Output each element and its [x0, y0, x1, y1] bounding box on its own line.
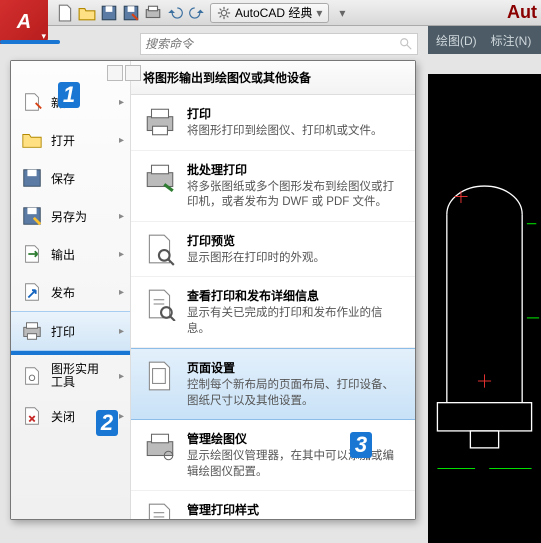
qat-more-icon[interactable]: ▾: [333, 4, 351, 22]
annotation-underline: [0, 40, 60, 44]
qat-new-icon[interactable]: [56, 4, 74, 22]
search-icon: [399, 37, 413, 51]
annotation-2: 2: [96, 410, 118, 436]
recent-docs-toggle[interactable]: [107, 65, 141, 81]
doc-style-icon: [143, 501, 177, 519]
annotation-1: 1: [58, 82, 80, 108]
title: 批处理打印: [187, 161, 403, 178]
chevron-down-icon: ▾: [316, 6, 322, 20]
desc: 将多张图纸或多个图形发布到绘图仪或打印机，或者发布为 DWF 或 PDF 文件。: [187, 180, 403, 211]
qat-saveas-icon[interactable]: [122, 4, 140, 22]
gear-doc-icon: [21, 365, 43, 387]
label: 打印: [51, 323, 75, 340]
quick-access-toolbar: AutoCAD 经典 ▾ ▾: [0, 0, 541, 26]
printer-icon: [143, 105, 177, 139]
application-menu-button[interactable]: A ▾: [0, 0, 48, 44]
search-input[interactable]: [145, 37, 399, 51]
label: 打开: [51, 132, 75, 149]
desc: 显示图形在打印时的外观。: [187, 251, 325, 267]
submenu-page-setup[interactable]: 页面设置控制每个新布局的页面布局、打印设备、图纸尺寸以及其他设置。: [131, 348, 415, 420]
title: 管理打印样式: [187, 501, 394, 518]
drawing-canvas[interactable]: [428, 74, 541, 543]
desc: 将图形打印到绘图仪、打印机或文件。: [187, 124, 383, 140]
title: 打印预览: [187, 232, 325, 249]
chevron-right-icon: ▸: [119, 371, 124, 382]
doc-new-icon: [21, 91, 43, 113]
gear-icon: [217, 6, 231, 20]
appmenu-open[interactable]: 打开 ▸: [11, 121, 130, 159]
qat-save-icon[interactable]: [100, 4, 118, 22]
doc-mag-icon: [143, 232, 177, 266]
appmenu-export[interactable]: 输出 ▸: [11, 235, 130, 273]
label: 另存为: [51, 208, 87, 225]
qat-print-icon[interactable]: [144, 4, 162, 22]
chevron-right-icon: ▸: [119, 249, 124, 260]
doc-gear-icon: [143, 359, 177, 393]
command-search: [140, 33, 418, 55]
submenu-print[interactable]: 打印将图形打印到绘图仪、打印机或文件。: [131, 95, 415, 151]
doc-info-icon: [143, 287, 177, 321]
qat-open-icon[interactable]: [78, 4, 96, 22]
qat-undo-icon[interactable]: [166, 4, 184, 22]
printer-batch-icon: [143, 161, 177, 195]
workspace-label: AutoCAD 经典: [235, 4, 312, 21]
printer-icon: [21, 320, 43, 342]
autocad-logo-icon: A: [17, 11, 31, 34]
doc-cloud-icon: [21, 281, 43, 303]
doc-export-icon: [21, 243, 43, 265]
appmenu-utilities[interactable]: 图形实用 工具 ▸: [11, 355, 130, 397]
plotter-icon: [143, 430, 177, 464]
title: 查看打印和发布详细信息: [187, 287, 403, 304]
chevron-right-icon: ▸: [119, 411, 124, 422]
view-icon-1[interactable]: [107, 65, 123, 81]
submenu-print-details[interactable]: 查看打印和发布详细信息显示有关已完成的打印和发布作业的信息。: [131, 277, 415, 348]
title: 页面设置: [187, 359, 403, 376]
menu-draw[interactable]: 绘图(D): [436, 32, 477, 49]
submenu-manage-print-styles[interactable]: 管理打印样式显示打印样式管理器，从中可以修改打印: [131, 491, 415, 519]
chevron-right-icon: ▸: [119, 326, 124, 337]
doc-close-icon: [21, 405, 43, 427]
appmenu-print[interactable]: 打印 ▸: [11, 311, 130, 351]
appmenu-right-column: 将图形输出到绘图仪或其他设备 打印将图形打印到绘图仪、打印机或文件。 批处理打印…: [131, 61, 415, 519]
appmenu-saveas[interactable]: 另存为 ▸: [11, 197, 130, 235]
label: 发布: [51, 284, 75, 301]
view-icon-2[interactable]: [125, 65, 141, 81]
chevron-right-icon: ▸: [119, 287, 124, 298]
appmenu-right-header: 将图形输出到绘图仪或其他设备: [131, 61, 415, 95]
qat-redo-icon[interactable]: [188, 4, 206, 22]
menu-annotate[interactable]: 标注(N): [491, 32, 532, 49]
chevron-right-icon: ▸: [119, 97, 124, 108]
title: 打印: [187, 105, 383, 122]
submenu-batch-print[interactable]: 批处理打印将多张图纸或多个图形发布到绘图仪或打印机，或者发布为 DWF 或 PD…: [131, 151, 415, 222]
label: 图形实用 工具: [51, 363, 99, 389]
appmenu-left-column: 新建 ▸ 打开 ▸ 保存 另存为 ▸ 输出 ▸ 发布 ▸ 打印: [11, 61, 131, 519]
menu-bar-fragment: 绘图(D) 标注(N): [428, 26, 541, 54]
label: 保存: [51, 170, 75, 187]
chevron-right-icon: ▸: [119, 135, 124, 146]
desc: 控制每个新布局的页面布局、打印设备、图纸尺寸以及其他设置。: [187, 378, 403, 409]
app-title-fragment: Aut: [507, 2, 537, 23]
workspace-dropdown[interactable]: AutoCAD 经典 ▾: [210, 3, 329, 23]
label: 关闭: [51, 408, 75, 425]
submenu-print-preview[interactable]: 打印预览显示图形在打印时的外观。: [131, 222, 415, 278]
label: 输出: [51, 246, 75, 263]
annotation-3: 3: [350, 432, 372, 458]
folder-open-icon: [21, 129, 43, 151]
floppy-icon: [21, 167, 43, 189]
floppy-pencil-icon: [21, 205, 43, 227]
appmenu-save[interactable]: 保存: [11, 159, 130, 197]
chevron-right-icon: ▸: [119, 211, 124, 222]
desc: 显示有关已完成的打印和发布作业的信息。: [187, 306, 403, 337]
submenu-manage-plotters[interactable]: 管理绘图仪显示绘图仪管理器，在其中可以添加或编辑绘图仪配置。: [131, 420, 415, 491]
appmenu-publish[interactable]: 发布 ▸: [11, 273, 130, 311]
